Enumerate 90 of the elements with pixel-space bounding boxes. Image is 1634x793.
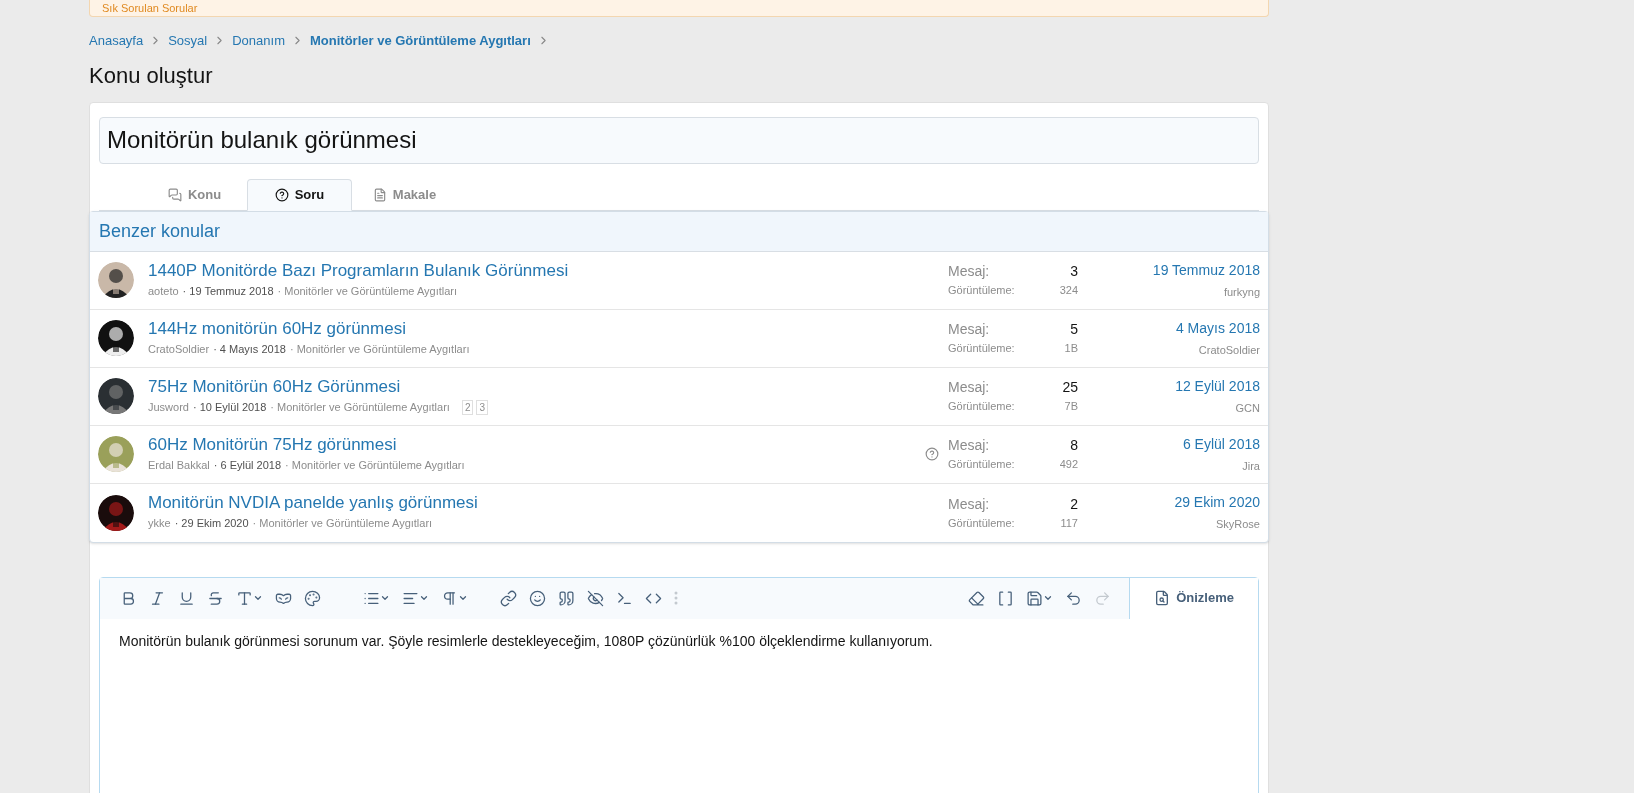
thread-date: · 29 Ekim 2020 [174, 516, 249, 532]
more-icon [674, 591, 678, 605]
breadcrumb-link[interactable]: Anasayfa [89, 31, 144, 51]
messages-label: Mesaj: [948, 378, 991, 398]
last-poster-link[interactable]: SkyRose [1090, 516, 1260, 533]
doc-icon [372, 187, 387, 202]
author-link[interactable]: Jusword [148, 398, 189, 416]
thread-title-link[interactable]: 144Hz monitörün 60Hz görünmesi [148, 318, 922, 339]
last-poster-link[interactable]: GCN [1090, 399, 1260, 417]
thread-title-link[interactable]: 1440P Monitörde Bazı Programların Bulanık Görünmesi [148, 260, 922, 281]
question-icon [274, 187, 289, 202]
last-post-date[interactable]: 12 Eylül 2018 [1090, 375, 1260, 397]
quote-icon [558, 589, 575, 607]
notice-text: Sık Sorulan Sorular [102, 2, 198, 14]
forum-link[interactable]: · Monitörler ve Görüntüleme Aygıtları [252, 515, 433, 532]
messages-label: Mesaj: [948, 320, 991, 340]
panel-title: Benzer konular [99, 219, 221, 243]
messages-label: Mesaj: [948, 436, 991, 456]
last-poster-link[interactable]: furkyng [1090, 283, 1260, 301]
smiley-icon [529, 589, 546, 607]
author-link[interactable]: Erdal Bakkal [148, 456, 210, 474]
italic-icon [149, 589, 166, 607]
paragraph-icon [441, 589, 458, 607]
author-link[interactable]: CratoSoldier [148, 340, 210, 358]
thread-date: · 6 Eylül 2018 [213, 457, 282, 473]
forum-link[interactable]: · Monitörler ve Görüntüleme Aygıtları [270, 398, 450, 416]
messages-count: 3 [1069, 262, 1078, 282]
forum-link[interactable]: · Monitörler ve Görüntüleme Aygıtları [277, 282, 458, 300]
views-count: 7B [1063, 399, 1078, 415]
palette-icon [304, 589, 321, 607]
chat-icon [167, 187, 182, 202]
forum-link[interactable]: · Monitörler ve Görüntüleme Aygıtları [289, 340, 470, 358]
messages-count: 25 [1061, 378, 1078, 398]
tab[interactable]: Soru [247, 178, 352, 211]
views-label: Görüntüleme: [948, 457, 1015, 473]
messages-label: Mesaj: [948, 262, 991, 282]
tab[interactable]: Konu [142, 178, 247, 211]
views-label: Görüntüleme: [948, 283, 1015, 299]
thread-date: · 19 Temmuz 2018 [182, 283, 274, 299]
caret-icon [1043, 593, 1054, 603]
strikethrough-icon [207, 589, 224, 607]
last-post-date[interactable]: 6 Eylül 2018 [1090, 433, 1260, 455]
text-size-icon [236, 589, 253, 607]
page-title: Konu oluştur [89, 61, 214, 90]
caret-icon [419, 593, 429, 603]
breadcrumb-link[interactable]: Donanım [232, 31, 285, 51]
messages-count: 8 [1069, 436, 1078, 456]
thread-title-link[interactable]: 60Hz Monitörün 75Hz görünmesi [148, 434, 922, 455]
underline-icon [178, 589, 195, 607]
thread-date: · 10 Eylül 2018 [192, 399, 267, 415]
eraser-icon [968, 589, 986, 607]
thread-date: · 4 Mayıs 2018 [213, 341, 286, 357]
messages-count: 5 [1069, 320, 1078, 340]
views-label: Görüntüleme: [948, 399, 1015, 415]
caret-icon [380, 593, 390, 603]
views-count: 492 [1058, 457, 1078, 473]
save-icon [1026, 589, 1044, 607]
author-link[interactable]: aoteto [148, 282, 179, 300]
redo-icon [1094, 589, 1112, 607]
caret-icon [458, 593, 468, 603]
messages-label: Mesaj: [948, 494, 991, 514]
hide-icon [587, 589, 604, 607]
views-count: 324 [1058, 283, 1078, 299]
caret-icon [253, 593, 263, 603]
breadcrumb-link[interactable]: Monitörler ve Görüntüleme Aygıtları [310, 31, 531, 51]
thread-title-link[interactable]: 75Hz Monitörün 60Hz Görünmesi [148, 376, 922, 397]
link-icon [500, 589, 517, 607]
preview-button[interactable]: Önizleme [1129, 577, 1258, 619]
page-link[interactable]: 2 [461, 399, 474, 415]
title-input[interactable]: Monitörün bulanık görünmesi [99, 116, 1259, 164]
views-count: 1B [1063, 341, 1078, 357]
page-link[interactable]: 3 [476, 399, 489, 415]
breadcrumb-link[interactable]: Sosyal [168, 31, 208, 51]
author-link[interactable]: ykke [148, 515, 171, 532]
views-label: Görüntüleme: [948, 341, 1015, 357]
messages-count: 2 [1069, 494, 1078, 514]
views-label: Görüntüleme: [948, 515, 1015, 531]
views-count: 117 [1059, 515, 1078, 531]
last-poster-link[interactable]: Jira [1090, 457, 1260, 475]
bbcode-icon [997, 589, 1015, 607]
undo-icon [1065, 589, 1083, 607]
last-poster-link[interactable]: CratoSoldier [1090, 341, 1260, 359]
forum-link[interactable]: · Monitörler ve Görüntüleme Aygıtları [285, 456, 465, 474]
last-post-date[interactable]: 4 Mayıs 2018 [1090, 317, 1260, 339]
editor-text[interactable]: Monitörün bulanık görünmesi sorunum var. Şöyle resimlerle destekleyeceğim, 1080P çözünürlük %100 ölçeklendirme kullanıyorum. [100, 618, 1258, 652]
tab[interactable]: Makale [352, 178, 457, 211]
thread-title-link[interactable]: Monitörün NVDIA panelde yanlış görünmesi [148, 493, 922, 514]
last-post-date[interactable]: 29 Ekim 2020 [1090, 492, 1260, 514]
last-post-date[interactable]: 19 Temmuz 2018 [1090, 259, 1260, 281]
preview-icon [1154, 590, 1171, 606]
